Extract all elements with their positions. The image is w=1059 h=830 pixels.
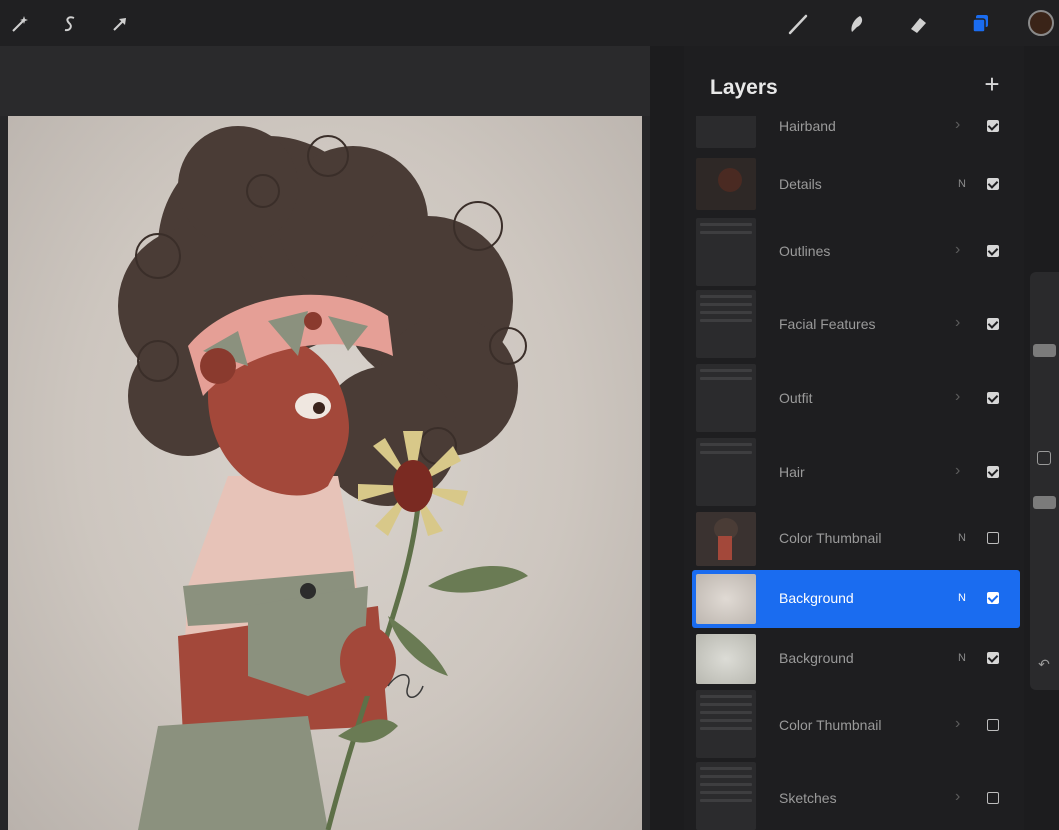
adjustments-wand-icon[interactable] (8, 12, 32, 36)
visibility-checkbox[interactable] (987, 120, 999, 132)
visibility-checkbox[interactable] (987, 178, 999, 190)
layer-row-selected[interactable]: Background N (692, 570, 1020, 628)
add-layer-button[interactable]: + (980, 71, 1004, 97)
visibility-checkbox[interactable] (987, 652, 999, 664)
layer-name: Color Thumbnail (779, 717, 882, 733)
layer-row[interactable]: Sketches › (692, 762, 1020, 830)
opacity-slider[interactable] (1033, 496, 1056, 509)
layer-thumbnail (696, 634, 756, 684)
blend-mode-label[interactable]: N (958, 592, 966, 604)
chevron-right-icon[interactable]: › (955, 715, 960, 733)
sidebar-controls: ↶ (1030, 272, 1059, 690)
brush-size-slider[interactable] (1033, 344, 1056, 357)
illustration (118, 126, 528, 830)
chevron-right-icon[interactable]: › (955, 116, 960, 134)
layer-row[interactable]: Color Thumbnail N (692, 510, 1020, 568)
layer-thumbnail (696, 364, 756, 432)
layer-row[interactable]: Color Thumbnail › (692, 690, 1020, 760)
panel-title: Layers (710, 76, 778, 99)
layer-name: Sketches (779, 790, 837, 806)
chevron-right-icon[interactable]: › (955, 788, 960, 806)
square-icon[interactable] (1037, 451, 1051, 465)
layer-row[interactable]: Facial Features › (692, 290, 1020, 360)
layer-row[interactable]: Outlines › (692, 218, 1020, 288)
layer-row[interactable]: Hairband › (692, 116, 1020, 150)
layer-thumbnail (696, 158, 756, 210)
layer-thumbnail (696, 690, 756, 758)
smudge-icon[interactable] (845, 12, 869, 36)
pants (138, 716, 328, 830)
chevron-right-icon[interactable]: › (955, 241, 960, 259)
layer-thumbnail (696, 290, 756, 358)
layer-name: Outfit (779, 390, 813, 406)
layer-thumbnail (696, 438, 756, 506)
chevron-right-icon[interactable]: › (955, 462, 960, 480)
layer-name: Details (779, 176, 822, 192)
blend-mode-label[interactable]: N (958, 652, 966, 664)
undo-icon[interactable]: ↶ (1036, 656, 1052, 672)
layer-thumbnail (696, 116, 756, 148)
visibility-checkbox[interactable] (987, 245, 999, 257)
layer-name: Background (779, 650, 854, 666)
brush-icon[interactable] (786, 12, 810, 36)
layer-row[interactable]: Details N (692, 154, 1020, 214)
artist-signature (387, 674, 424, 698)
layer-thumbnail (696, 218, 756, 286)
layer-row[interactable]: Hair › (692, 438, 1020, 508)
transform-arrow-icon[interactable] (108, 12, 132, 36)
layer-thumbnail (696, 512, 756, 566)
layer-row[interactable]: Background N (692, 630, 1020, 688)
layer-name: Facial Features (779, 316, 876, 332)
chevron-right-icon[interactable]: › (955, 388, 960, 406)
artwork-canvas[interactable] (8, 116, 642, 830)
visibility-checkbox[interactable] (987, 719, 999, 731)
layer-name: Hair (779, 464, 805, 480)
layer-row[interactable]: Outfit › (692, 364, 1020, 434)
eraser-icon[interactable] (906, 12, 930, 36)
layers-icon[interactable] (968, 12, 992, 36)
top-toolbar (0, 0, 1059, 46)
layer-thumbnail (696, 574, 756, 624)
layer-list: Hairband › Details N Outlines › Facial F… (684, 116, 1024, 830)
chevron-right-icon[interactable]: › (955, 314, 960, 332)
visibility-checkbox[interactable] (987, 592, 999, 604)
layers-panel: Layers + Hairband › Details N Outlines › (684, 46, 1024, 830)
layer-name: Outlines (779, 243, 831, 259)
layer-name: Color Thumbnail (779, 530, 882, 546)
visibility-checkbox[interactable] (987, 318, 999, 330)
visibility-checkbox[interactable] (987, 466, 999, 478)
layer-name: Background (779, 590, 854, 606)
selection-s-icon[interactable] (58, 12, 82, 36)
blend-mode-label[interactable]: N (958, 178, 966, 190)
visibility-checkbox[interactable] (987, 392, 999, 404)
canvas-margin (0, 46, 650, 116)
visibility-checkbox[interactable] (987, 792, 999, 804)
blend-mode-label[interactable]: N (958, 532, 966, 544)
layer-thumbnail (696, 762, 756, 830)
visibility-checkbox[interactable] (987, 532, 999, 544)
layer-name: Hairband (779, 118, 836, 134)
color-swatch[interactable] (1028, 10, 1054, 36)
